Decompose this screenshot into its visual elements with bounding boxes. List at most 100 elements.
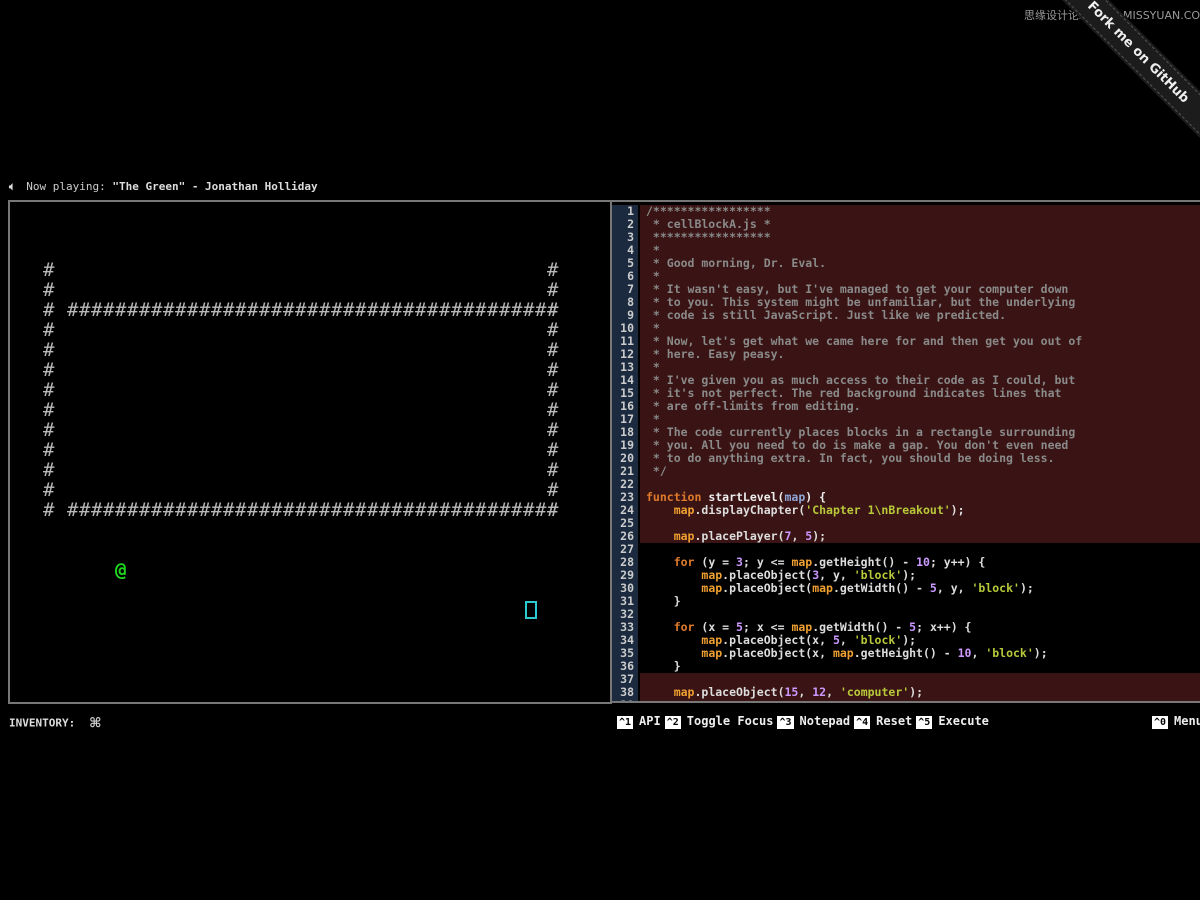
block-tile: # [259, 499, 271, 521]
code-line[interactable]: 39 [612, 699, 1200, 701]
code-token: map [832, 646, 854, 660]
block-tile: # [535, 299, 547, 321]
inventory: INVENTORY: ⌘ [9, 713, 101, 734]
code-text[interactable]: * are off-limits from editing. [640, 400, 1200, 413]
code-line[interactable]: 35 map.placeObject(x, map.getHeight() - … [612, 647, 1200, 660]
block-tile: # [451, 499, 463, 521]
code-token: ); [902, 633, 917, 647]
code-line[interactable]: 3 ***************** [612, 231, 1200, 244]
block-tile: # [547, 479, 559, 501]
block-tile: # [367, 499, 379, 521]
block-tile: # [43, 499, 55, 521]
code-token: 12 [812, 685, 827, 699]
code-line[interactable]: 9 * code is still JavaScript. Just like … [612, 309, 1200, 322]
hotkey-key: ^0 [1152, 716, 1169, 729]
block-tile: # [163, 499, 175, 521]
code-line[interactable]: 21 */ [612, 465, 1200, 478]
block-tile: # [499, 499, 511, 521]
code-text[interactable]: map.placeObject(x, map.getHeight() - 10,… [640, 647, 1200, 660]
code-text[interactable]: map.displayChapter('Chapter 1\nBreakout'… [640, 504, 1200, 517]
code-token: 'computer' [839, 685, 910, 699]
block-tile: # [43, 419, 55, 441]
code-token: startLevel( [708, 490, 785, 504]
github-ribbon-label[interactable]: Fork me on GitHub [1042, 0, 1200, 148]
code-token: .displayChapter( [694, 503, 806, 517]
code-token: .placeObject( [722, 568, 813, 582]
code-token: .getHeight() - [853, 646, 958, 660]
hotkey-label: Execute [938, 714, 989, 728]
code-token: 'block' [853, 633, 903, 647]
block-tile: # [463, 299, 475, 321]
code-line[interactable]: 36 } [612, 660, 1200, 673]
block-tile: # [331, 499, 343, 521]
hotkey-api-button[interactable]: ^1 API [617, 714, 661, 729]
code-token: 'block' [853, 568, 903, 582]
hotkey-menu-button[interactable]: ^0 Menu [1152, 714, 1200, 729]
code-line[interactable]: 30 map.placeObject(map.getWidth() - 5, y… [612, 582, 1200, 595]
code-line[interactable]: 26 map.placePlayer(7, 5); [612, 530, 1200, 543]
code-text[interactable]: * Good morning, Dr. Eval. [640, 257, 1200, 270]
block-tile: # [43, 299, 55, 321]
code-text[interactable] [640, 699, 1200, 701]
code-token: * [646, 412, 660, 426]
hotkey-key: ^4 [854, 716, 871, 729]
code-token: map [673, 529, 695, 543]
code-text[interactable]: * to do anything extra. In fact, you sho… [640, 452, 1200, 465]
code-token: , y, [819, 568, 854, 582]
code-line[interactable]: 31 } [612, 595, 1200, 608]
code-token: for [673, 555, 695, 569]
code-text[interactable]: map.placePlayer(7, 5); [640, 530, 1200, 543]
computer-icon [525, 601, 537, 619]
game-screen[interactable]: # # # # # # # # # # # # # # # # # # # # # # # # # # # # # # # # # # # # # # # #… [8, 200, 612, 704]
code-token: (x = [694, 620, 737, 634]
block-tile: # [91, 299, 103, 321]
hotkey-label: Notepad [799, 714, 851, 728]
code-editor[interactable]: 1 /***************** 2 * cellBlockA.js * 3 … [612, 200, 1200, 703]
code-token: * It wasn't easy, but I've managed to ge… [646, 282, 1069, 296]
code-token: , [839, 633, 854, 647]
code-text[interactable]: * here. Easy peasy. [640, 348, 1200, 361]
code-token: map [701, 633, 723, 647]
code-text[interactable]: } [640, 595, 1200, 608]
block-tile: # [43, 339, 55, 361]
code-line[interactable]: 20 * to do anything extra. In fact, you … [612, 452, 1200, 465]
code-text[interactable]: } [640, 660, 1200, 673]
hotkey-reset-button[interactable]: ^4 Reset [854, 714, 912, 729]
code-line[interactable]: 38 map.placeObject(15, 12, 'computer'); [612, 686, 1200, 699]
code-line[interactable]: 5 * Good morning, Dr. Eval. [612, 257, 1200, 270]
block-tile: # [547, 359, 559, 381]
block-tile: # [211, 499, 223, 521]
code-text[interactable]: map.placeObject(15, 12, 'computer'); [640, 686, 1200, 699]
block-tile: # [475, 299, 487, 321]
block-tile: # [187, 299, 199, 321]
code-text[interactable]: ***************** [640, 231, 1200, 244]
block-tile: # [151, 499, 163, 521]
hotkey-notepad-button[interactable]: ^3 Notepad [777, 714, 850, 729]
code-text[interactable]: */ [640, 465, 1200, 478]
block-tile: # [79, 299, 91, 321]
speaker-icon[interactable]: 🔈︎ [9, 180, 16, 194]
code-text[interactable]: map.placeObject(map.getWidth() - 5, y, '… [640, 582, 1200, 595]
block-tile: # [67, 299, 79, 321]
block-tile: # [427, 299, 439, 321]
github-ribbon[interactable]: Fork me on GitHub [1040, 0, 1200, 160]
code-token: ); [909, 685, 924, 699]
block-tile: # [91, 499, 103, 521]
code-token: map [812, 581, 833, 595]
hotkey-toggle-focus-button[interactable]: ^2 Toggle Focus [664, 714, 773, 729]
block-tile: # [439, 299, 451, 321]
code-token: , y, [936, 581, 972, 595]
code-line[interactable]: 16 * are off-limits from editing. [612, 400, 1200, 413]
block-tile: # [43, 379, 55, 401]
code-text[interactable]: * code is still JavaScript. Just like we… [640, 309, 1200, 322]
block-tile: # [547, 459, 559, 481]
hotkey-execute-button[interactable]: ^5 Execute [916, 714, 989, 729]
block-tile: # [235, 499, 247, 521]
code-token: 5 [736, 620, 743, 634]
code-line[interactable]: 12 * here. Easy peasy. [612, 348, 1200, 361]
line-number: 8 [612, 296, 638, 309]
block-tile: # [523, 299, 535, 321]
code-line[interactable]: 24 map.displayChapter('Chapter 1\nBreako… [612, 504, 1200, 517]
